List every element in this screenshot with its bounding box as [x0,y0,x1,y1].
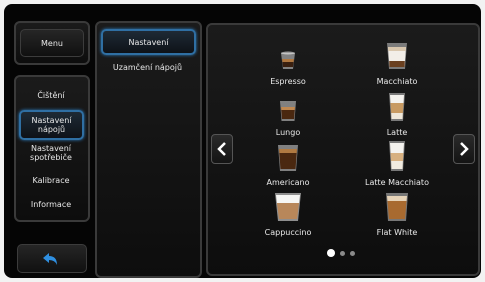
espresso-cup-icon[interactable] [279,49,297,71]
page-dot[interactable] [340,251,345,256]
menu-button[interactable]: Menu [20,29,84,57]
drink-label[interactable]: Lungo [243,128,333,137]
drink-label[interactable]: Latte Macchiato [352,178,442,187]
menu-item-calibration[interactable]: Kalibrace [20,169,82,191]
submenu-panel: Nastavení Uzamčení nápojů [95,21,202,278]
menu-item-drink-settings[interactable]: Nastavení nápojů [19,110,84,140]
back-button[interactable] [17,244,87,273]
menu-item-appliance-settings[interactable]: Nastavení spotřebiče [20,140,82,166]
cappuccino-cup-icon[interactable] [274,191,302,223]
drink-label[interactable]: Espresso [243,77,333,86]
previous-page-button[interactable] [211,134,233,164]
flat-white-glass-icon[interactable] [385,191,409,223]
latte-glass-icon[interactable] [388,91,406,123]
drink-label[interactable]: Cappuccino [243,228,333,237]
chevron-right-icon [460,142,469,156]
macchiato-glass-icon[interactable] [386,41,408,71]
latte-macchiato-glass-icon[interactable] [388,139,406,173]
settings-category-panel: Čištění Nastavení nápojů Nastavení spotř… [14,75,90,222]
menu-item-information[interactable]: Informace [20,193,82,215]
menu-item-cleaning[interactable]: Čištění [20,83,82,107]
drink-label[interactable]: Macchiato [352,77,442,86]
back-arrow-icon [43,252,57,265]
drink-label[interactable]: Flat White [352,228,442,237]
page-dot-active[interactable] [327,249,335,257]
submenu-item-settings[interactable]: Nastavení [101,29,196,55]
chevron-left-icon [217,142,226,156]
machine-screen: Menu Čištění Nastavení nápojů Nastavení … [4,4,481,278]
menu-panel: Menu [14,21,90,65]
americano-cup-icon[interactable] [276,143,300,173]
page-dot[interactable] [350,251,355,256]
drink-label[interactable]: Americano [243,178,333,187]
submenu-item-drink-lock[interactable]: Uzamčení nápojů [101,57,194,77]
next-page-button[interactable] [453,134,475,164]
drinks-panel: Espresso Macchiato Lungo Latte Americano… [206,23,480,276]
lungo-cup-icon[interactable] [278,99,298,123]
drink-label[interactable]: Latte [352,128,442,137]
